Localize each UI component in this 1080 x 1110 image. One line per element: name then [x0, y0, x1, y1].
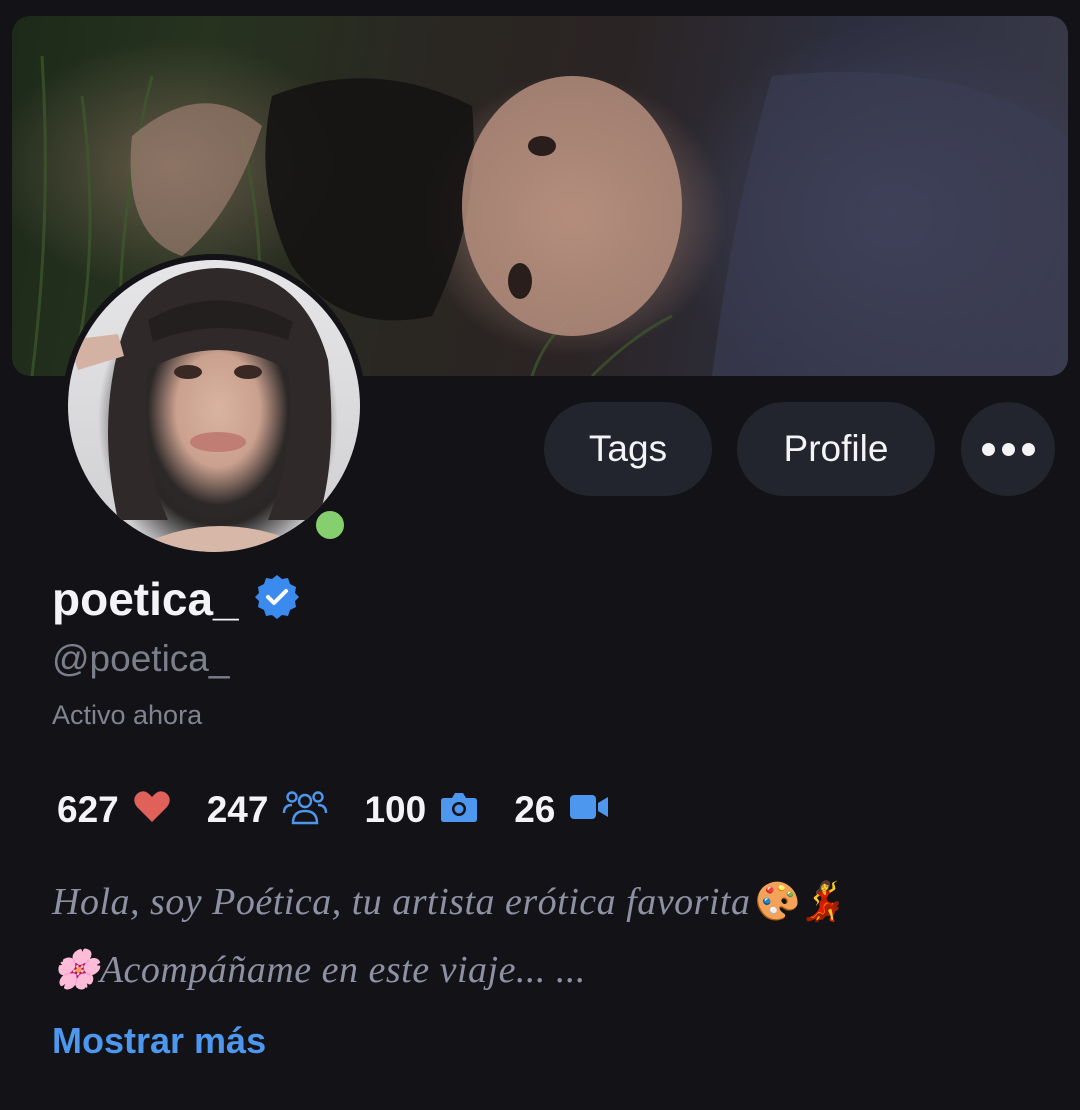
username-handle: @poetica_: [52, 638, 230, 679]
video-camera-icon: [569, 792, 609, 827]
likes-stat[interactable]: 627: [57, 789, 171, 831]
more-options-button[interactable]: [961, 402, 1055, 496]
videos-count: 26: [514, 788, 556, 830]
tags-button[interactable]: Tags: [544, 402, 712, 496]
name-row: poetica_: [52, 572, 301, 626]
profile-button-label: Profile: [783, 428, 889, 469]
videos-stat[interactable]: 26: [514, 789, 609, 831]
online-status-dot: [312, 507, 348, 543]
display-name: poetica_: [52, 573, 239, 625]
activity-status: Activo ahora: [52, 700, 203, 730]
likes-count: 627: [57, 788, 119, 830]
tags-button-label: Tags: [588, 428, 668, 469]
show-more-link[interactable]: Mostrar más: [52, 1020, 266, 1062]
verified-badge-icon: [253, 573, 301, 626]
profile-button[interactable]: Profile: [737, 402, 935, 496]
photos-stat[interactable]: 100: [364, 789, 478, 831]
avatar[interactable]: [68, 260, 360, 552]
stats-row: 627 247 100 26: [57, 788, 645, 831]
followers-stat[interactable]: 247: [207, 788, 329, 831]
bio-line-2: 🌸Acompáñame en este viaje... ...: [52, 949, 586, 991]
bio-line-1: Hola, soy Poética, tu artista erótica fa…: [52, 881, 847, 923]
photos-count: 100: [364, 788, 427, 830]
profile-page: Tags Profile poetica_ @poetica_ Activo a…: [0, 0, 1080, 1110]
heart-icon: [133, 790, 171, 829]
camera-icon: [440, 790, 478, 829]
followers-count: 247: [206, 788, 269, 830]
people-icon: [282, 788, 328, 831]
more-horizontal-icon: [981, 442, 1035, 456]
